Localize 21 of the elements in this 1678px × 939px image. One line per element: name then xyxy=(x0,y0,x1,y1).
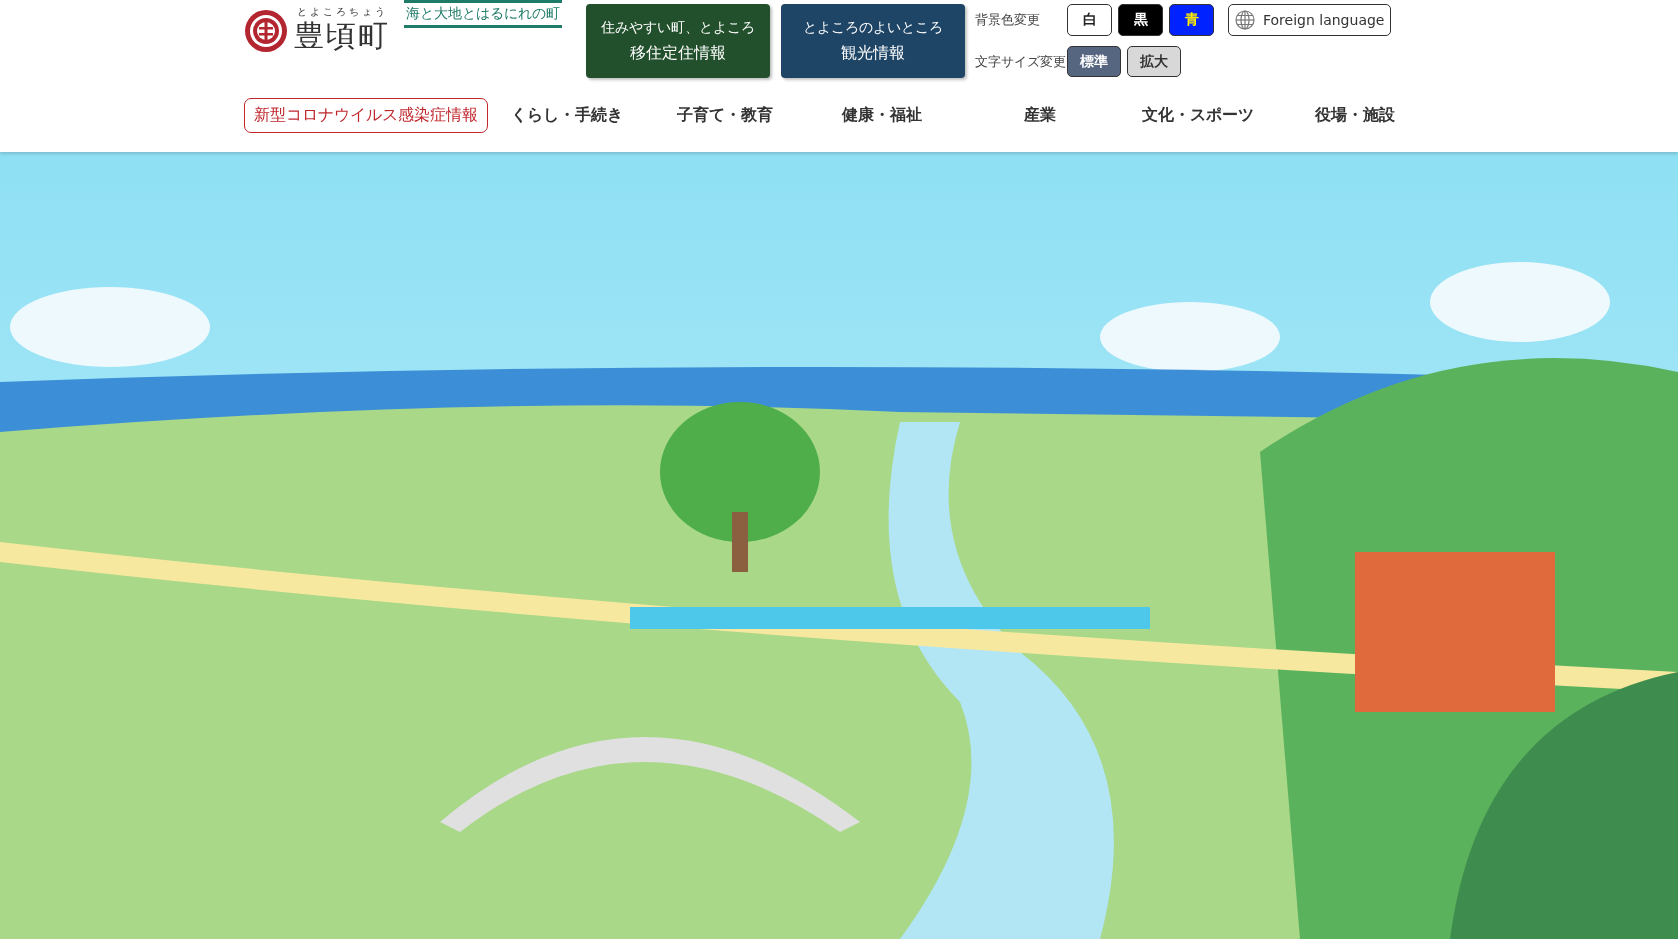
nav-link[interactable]: 文化・スポーツ xyxy=(1118,104,1277,126)
background-color-label: 背景色変更 xyxy=(975,11,1041,29)
nav-link[interactable]: 産業 xyxy=(961,104,1119,126)
notice-link[interactable]: 新型コロナウイルス感染症情報 xyxy=(244,97,488,133)
background-color-button[interactable]: 青 xyxy=(1169,4,1214,36)
background-color-button[interactable]: 白 xyxy=(1067,4,1112,36)
nav-link[interactable]: くらし・手続き xyxy=(488,104,646,126)
foreign-language-button[interactable]: Foreign language xyxy=(1228,4,1392,36)
background-color-button[interactable]: 黒 xyxy=(1118,4,1163,36)
feature-button[interactable]: とよころのよいところ 観光情報 xyxy=(781,4,965,78)
text-size-button[interactable]: 拡大 xyxy=(1127,46,1181,77)
feature-button[interactable]: 住みやすい町、とよころ 移住定住情報 xyxy=(586,4,770,78)
tagline: 海と大地とはるにれの町 xyxy=(404,0,562,28)
nav-link[interactable]: 子育て・教育 xyxy=(645,104,804,126)
town-name[interactable]: 豊頃町 xyxy=(294,19,390,53)
nav-link[interactable]: 役場・施設 xyxy=(1276,104,1435,126)
town-emblem-icon xyxy=(244,9,288,53)
nav-link[interactable]: 健康・福祉 xyxy=(803,104,961,126)
globe-icon xyxy=(1235,10,1255,30)
name-reading: とよころちょう xyxy=(296,5,388,19)
text-size-button[interactable]: 標準 xyxy=(1067,46,1121,77)
